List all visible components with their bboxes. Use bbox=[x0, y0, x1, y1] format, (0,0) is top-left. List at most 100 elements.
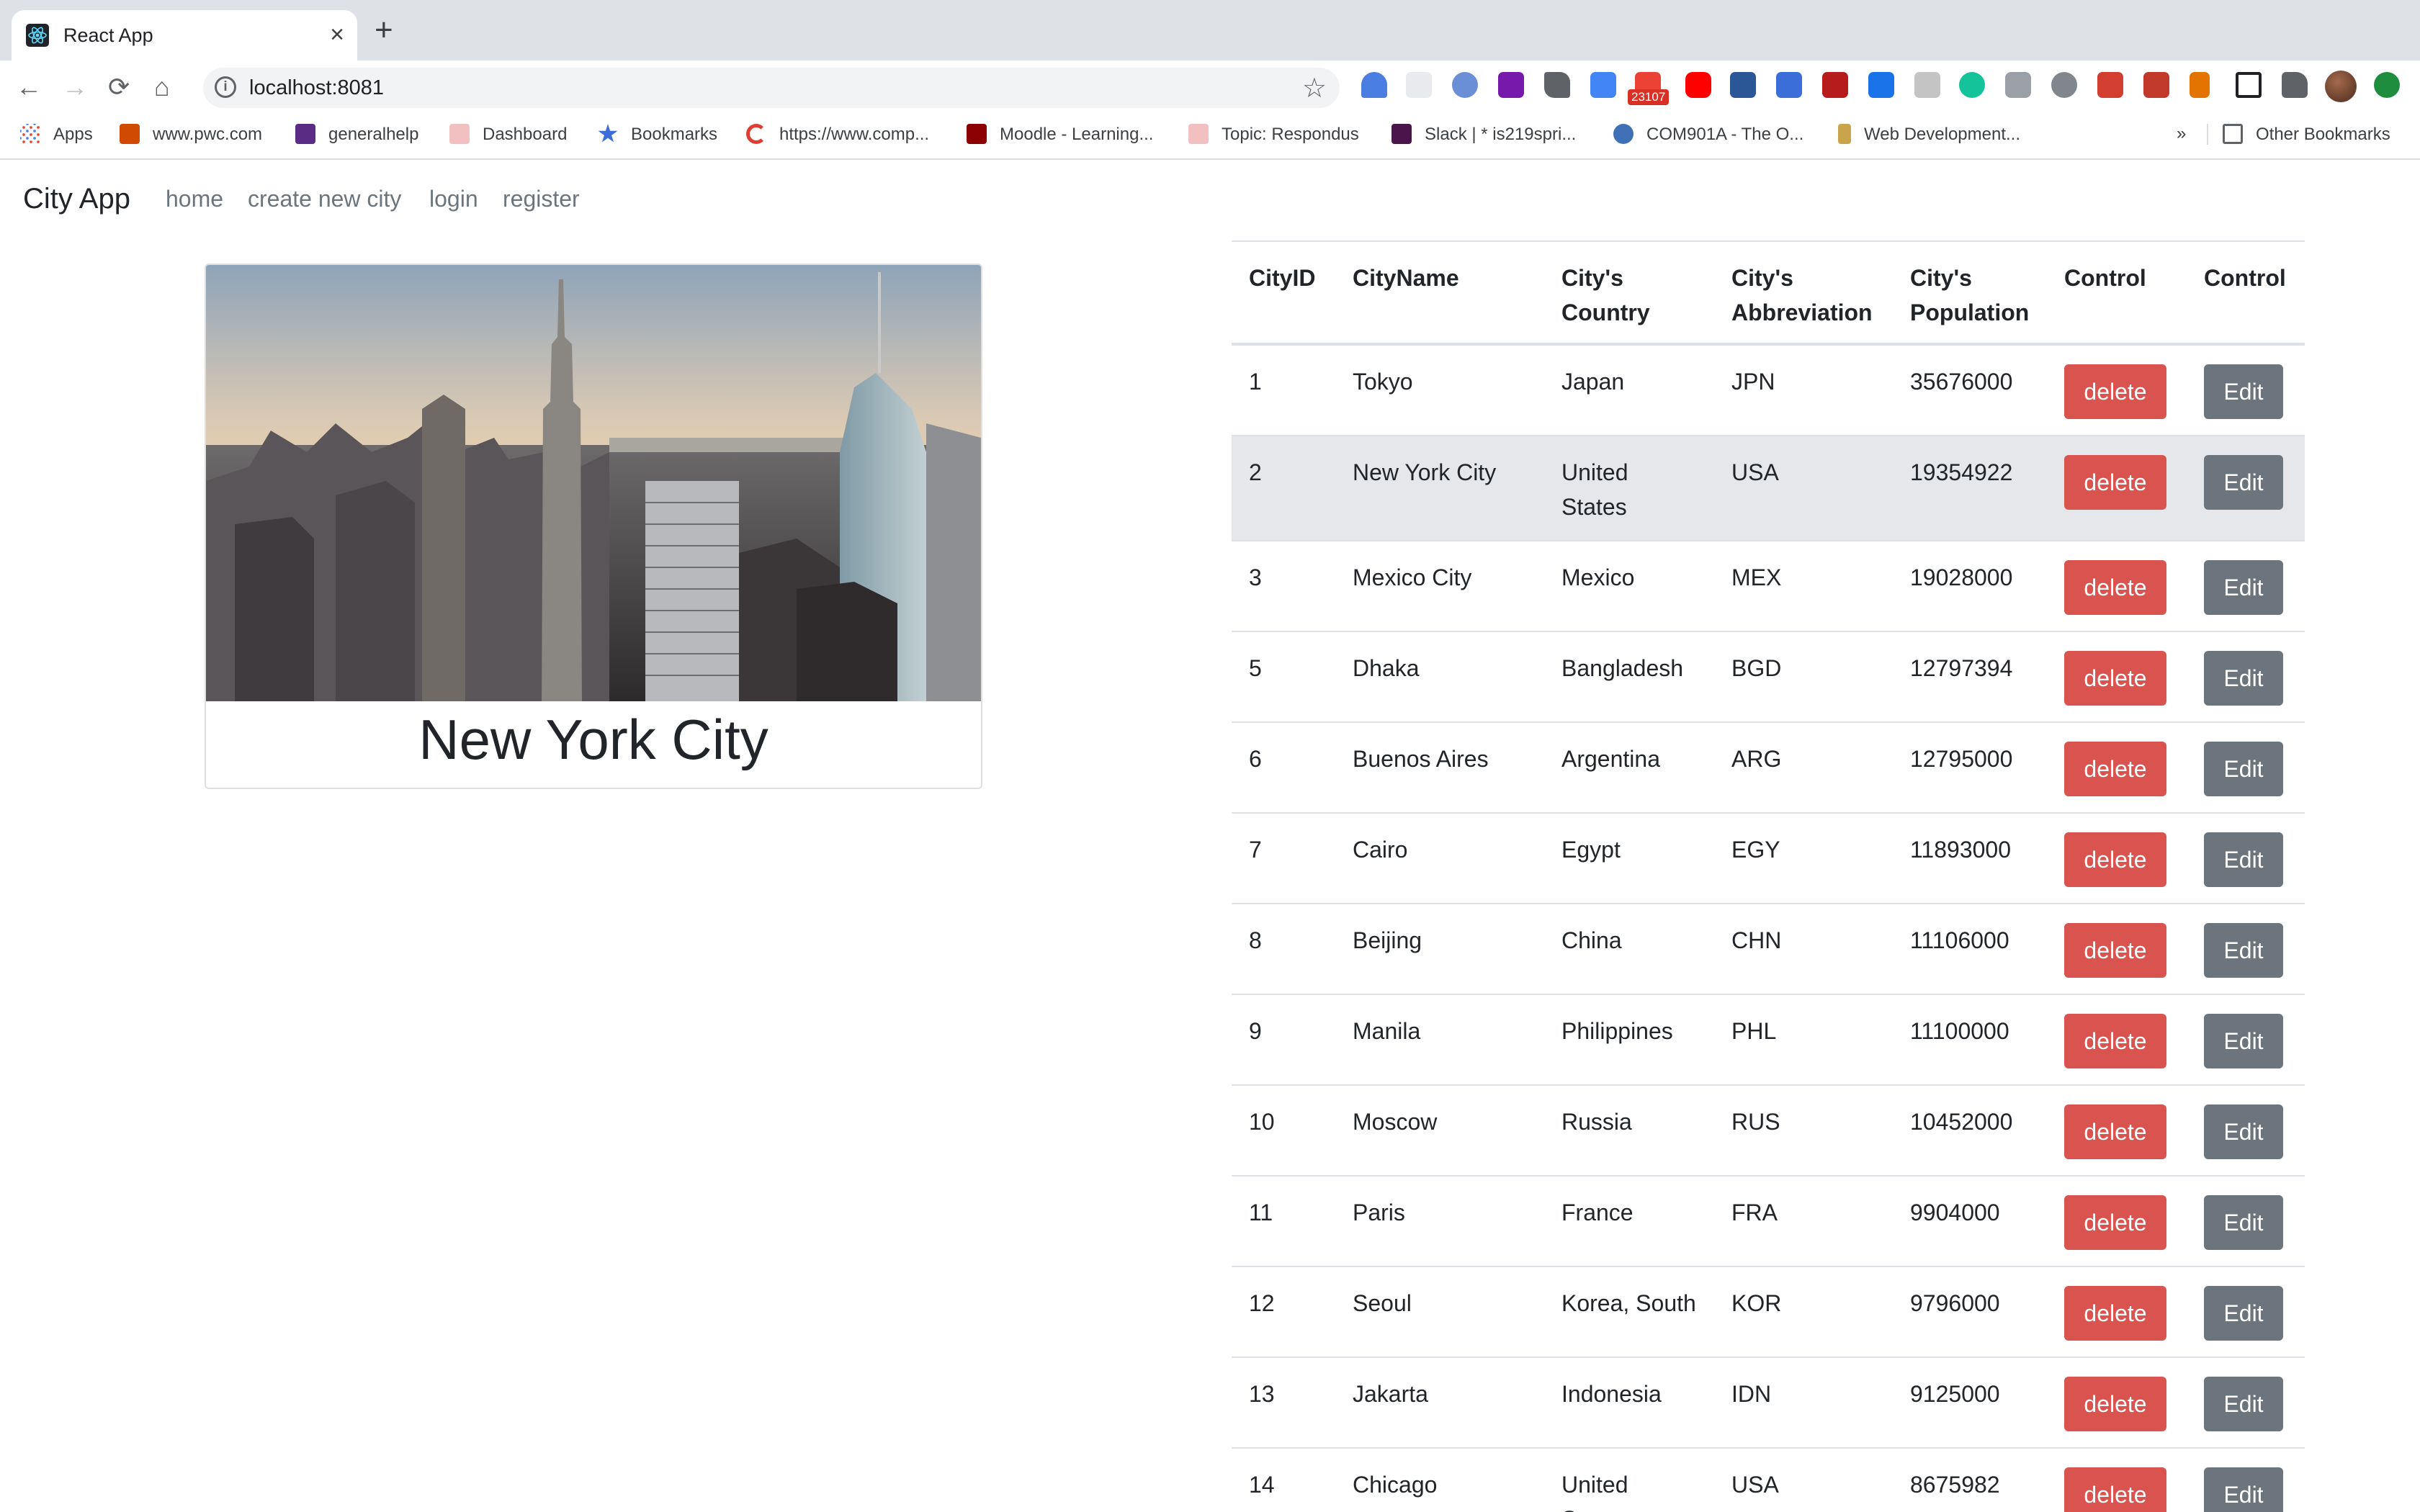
nav-login[interactable]: login bbox=[429, 186, 478, 212]
bookmark-moodle[interactable]: Moodle - Learning... bbox=[967, 124, 1153, 145]
extension-icon[interactable] bbox=[1452, 72, 1478, 98]
reload-icon[interactable]: ⟳ bbox=[108, 71, 130, 104]
nav-create-new-city[interactable]: create new city bbox=[248, 186, 401, 212]
bookmark-generalhelp[interactable]: generalhelp bbox=[295, 124, 418, 145]
delete-button[interactable]: delete bbox=[2064, 1377, 2166, 1431]
edit-button[interactable]: Edit bbox=[2204, 1467, 2283, 1512]
edit-button[interactable]: Edit bbox=[2204, 742, 2283, 796]
edit-button[interactable]: Edit bbox=[2204, 832, 2283, 887]
delete-button[interactable]: delete bbox=[2064, 1286, 2166, 1341]
cell-cityid: 13 bbox=[1249, 1381, 1275, 1407]
header-control: Control bbox=[2204, 265, 2286, 291]
extensions-puzzle-icon[interactable] bbox=[2282, 72, 2308, 98]
extension-icon[interactable] bbox=[1776, 72, 1802, 98]
delete-button[interactable]: delete bbox=[2064, 1195, 2166, 1250]
bookmark-webdev[interactable]: Web Development... bbox=[1838, 124, 2020, 145]
cell-abbreviation: JPN bbox=[1731, 369, 1775, 395]
delete-button[interactable]: delete bbox=[2064, 1104, 2166, 1159]
edit-button[interactable]: Edit bbox=[2204, 1195, 2283, 1250]
cell-abbreviation: CHN bbox=[1731, 927, 1782, 953]
edit-button[interactable]: Edit bbox=[2204, 1104, 2283, 1159]
bookmark-pwc[interactable]: www.pwc.com bbox=[120, 124, 262, 145]
site-info-icon[interactable]: i bbox=[215, 76, 236, 98]
new-tab-icon[interactable]: + bbox=[375, 14, 393, 46]
other-bookmarks[interactable]: Other Bookmarks bbox=[2207, 124, 2390, 145]
extension-icon[interactable] bbox=[1406, 72, 1432, 98]
cell-country: Indonesia bbox=[1561, 1381, 1662, 1407]
screenshot-icon[interactable] bbox=[2236, 72, 2262, 98]
extension-icon[interactable] bbox=[2143, 72, 2169, 98]
bookmark-comp[interactable]: https://www.comp... bbox=[746, 124, 929, 145]
cell-cityid: 12 bbox=[1249, 1290, 1275, 1316]
extension-icon[interactable] bbox=[1822, 72, 1848, 98]
cell-abbreviation: BGD bbox=[1731, 655, 1782, 681]
bookmark-respondus[interactable]: Topic: Respondus bbox=[1188, 124, 1359, 145]
grammarly-icon[interactable] bbox=[1959, 72, 1985, 98]
cell-cityname: Dhaka bbox=[1353, 655, 1420, 681]
cell-population: 19354922 bbox=[1910, 459, 2013, 485]
camera-icon[interactable] bbox=[2005, 72, 2031, 98]
bookmark-bookmarks[interactable]: Bookmarks bbox=[598, 124, 717, 145]
delete-button[interactable]: delete bbox=[2064, 455, 2166, 510]
nav-home[interactable]: home bbox=[166, 186, 223, 212]
nav-register[interactable]: register bbox=[503, 186, 580, 212]
app-navbar: City App home create new city login regi… bbox=[0, 160, 2420, 240]
extension-icon[interactable] bbox=[2097, 72, 2123, 98]
apps-grid-icon bbox=[20, 124, 40, 144]
update-icon[interactable] bbox=[2374, 72, 2400, 98]
city-card: New York City bbox=[205, 264, 982, 789]
cell-cityid: 7 bbox=[1249, 837, 1262, 863]
bookmark-apps[interactable]: Apps bbox=[20, 124, 93, 145]
delete-button[interactable]: delete bbox=[2064, 1467, 2166, 1512]
profile-avatar[interactable] bbox=[2325, 71, 2357, 102]
city-skyline-image bbox=[206, 265, 981, 701]
delete-button[interactable]: delete bbox=[2064, 651, 2166, 706]
table-row: 7 Cairo Egypt EGY 11893000 delete Edit bbox=[1232, 814, 2305, 904]
extension-icon[interactable] bbox=[2190, 72, 2210, 98]
edit-button[interactable]: Edit bbox=[2204, 1286, 2283, 1341]
edit-button[interactable]: Edit bbox=[2204, 560, 2283, 615]
app-brand[interactable]: City App bbox=[23, 183, 130, 215]
home-icon[interactable]: ⌂ bbox=[154, 71, 170, 104]
youtube-icon[interactable] bbox=[1685, 72, 1711, 98]
cell-country: Argentina bbox=[1561, 746, 1660, 772]
address-bar[interactable]: i localhost:8081 ☆ bbox=[203, 68, 1340, 108]
cell-abbreviation: PHL bbox=[1731, 1018, 1777, 1044]
cell-population: 11100000 bbox=[1910, 1018, 2009, 1044]
bookmark-dashboard[interactable]: Dashboard bbox=[449, 124, 567, 145]
info-extension-icon[interactable] bbox=[1868, 72, 1894, 98]
edit-button[interactable]: Edit bbox=[2204, 651, 2283, 706]
onenote-icon[interactable] bbox=[1498, 72, 1524, 98]
cell-country: Russia bbox=[1561, 1109, 1632, 1135]
close-tab-icon[interactable]: × bbox=[330, 20, 344, 49]
delete-button[interactable]: delete bbox=[2064, 364, 2166, 419]
delete-button[interactable]: delete bbox=[2064, 923, 2166, 978]
bookmarks-overflow-icon[interactable]: » bbox=[2177, 124, 2186, 144]
extension-icon[interactable] bbox=[2051, 72, 2077, 98]
cell-population: 9904000 bbox=[1910, 1200, 2000, 1225]
extension-icon[interactable] bbox=[1914, 72, 1940, 98]
delete-button[interactable]: delete bbox=[2064, 1014, 2166, 1068]
delete-button[interactable]: delete bbox=[2064, 742, 2166, 796]
extension-icon[interactable] bbox=[1544, 72, 1570, 98]
edit-button[interactable]: Edit bbox=[2204, 1377, 2283, 1431]
browser-tab[interactable]: React App × bbox=[12, 10, 357, 60]
url-text[interactable]: localhost:8081 bbox=[249, 76, 384, 100]
bookmark-com901a[interactable]: COM901A - The O... bbox=[1613, 124, 1803, 145]
table-row: 2 New York City United States USA 19354922 del… bbox=[1232, 436, 2305, 541]
extension-icon[interactable] bbox=[1361, 72, 1387, 98]
edit-button[interactable]: Edit bbox=[2204, 923, 2283, 978]
translate-icon[interactable] bbox=[1590, 72, 1616, 98]
edit-button[interactable]: Edit bbox=[2204, 364, 2283, 419]
cell-cityname: Jakarta bbox=[1353, 1381, 1428, 1407]
delete-button[interactable]: delete bbox=[2064, 832, 2166, 887]
edit-button[interactable]: Edit bbox=[2204, 455, 2283, 510]
forward-icon[interactable]: → bbox=[62, 71, 88, 104]
edit-button[interactable]: Edit bbox=[2204, 1014, 2283, 1068]
delete-button[interactable]: delete bbox=[2064, 560, 2166, 615]
extension-icon[interactable] bbox=[1730, 72, 1756, 98]
bookmark-star-icon[interactable]: ☆ bbox=[1302, 72, 1327, 104]
browser-tabstrip: React App × + bbox=[0, 0, 2420, 60]
back-icon[interactable]: ← bbox=[16, 71, 42, 104]
bookmark-slack[interactable]: Slack | * is219spri... bbox=[1392, 124, 1576, 145]
